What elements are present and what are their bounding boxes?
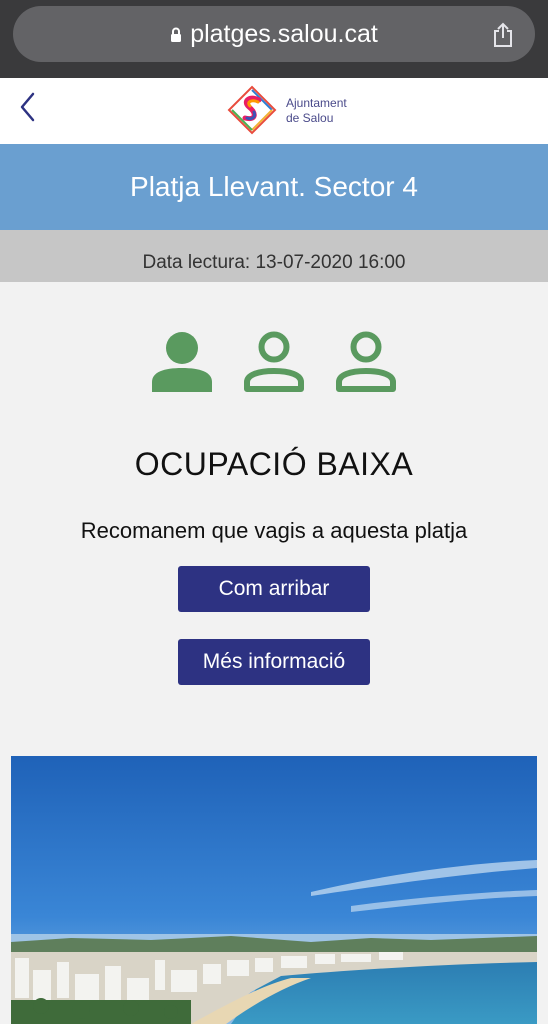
logo-line-1: Ajuntament [286,96,347,110]
site-header: Ajuntament de Salou [0,78,548,144]
person-outline-icon [242,330,306,394]
salou-logo-mark [227,85,277,135]
person-outline-icon [334,330,398,394]
person-filled-icon [150,330,214,394]
occupancy-status: OCUPACIÓ BAIXA [134,446,414,482]
lock-icon [170,7,182,42]
reading-date: Data lectura: 13-07-2020 16:00 [0,230,548,282]
more-info-button[interactable]: Més informació [178,639,370,685]
logo-line-2: de Salou [286,111,334,125]
how-to-get-button[interactable]: Com arribar [178,566,370,612]
browser-bar: platges.salou.cat [0,0,548,78]
recommendation-text: Recomanem que vagis a aquesta platja [80,518,468,543]
back-arrow-icon[interactable] [14,86,42,126]
ajuntament-salou-logo[interactable]: Ajuntament de Salou [226,84,366,136]
share-icon[interactable] [491,22,515,48]
address-bar[interactable]: platges.salou.cat [13,6,535,62]
occupancy-indicator [150,330,400,396]
beach-title: Platja Llevant. Sector 4 [130,171,418,202]
beach-photo [11,756,537,1024]
url-text: platges.salou.cat [190,20,378,48]
beach-title-band: Platja Llevant. Sector 4 [0,144,548,230]
